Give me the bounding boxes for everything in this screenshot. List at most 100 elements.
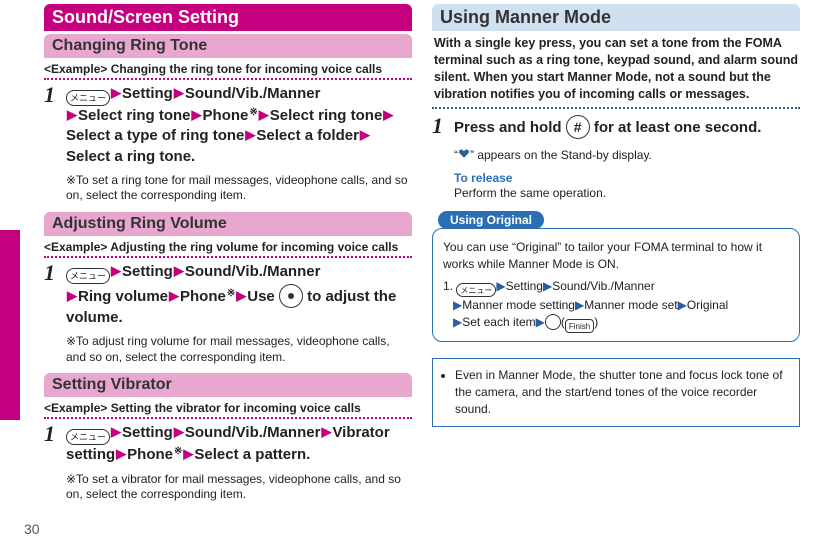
path-item: Phone (127, 446, 173, 463)
navigation-key-icon (279, 284, 303, 308)
step-ringtone: 1 メニュー▶Setting▶Sound/Vib./Manner ▶Select… (44, 84, 412, 167)
appears-text: ” appears on the Stand-by display. (470, 148, 652, 162)
path-item: Setting (506, 279, 543, 293)
menu-key-icon: メニュー (66, 268, 110, 284)
footnote-ref: ※ (227, 288, 235, 299)
path-item: Select a type of ring tone (66, 127, 244, 144)
callout-step-number: 1. (443, 279, 453, 293)
divider (432, 107, 800, 109)
menu-key-icon: メニュー (456, 283, 496, 297)
subheading-vibrator: Setting Vibrator (44, 373, 412, 397)
callout-body: You can use “Original” to tailor your FO… (432, 228, 800, 342)
step-manner-mode: 1 Press and hold # for at least one seco… (432, 115, 800, 139)
manner-mode-heart-icon (458, 148, 470, 160)
intro-manner-mode: With a single key press, you can set a t… (434, 35, 798, 103)
side-tab: Basic Operation (0, 110, 22, 430)
arrow-icon: ▶ (678, 298, 687, 312)
path-item: Sound/Vib./Manner (185, 263, 321, 280)
callout-title: Using Original (438, 211, 544, 229)
path-item: Setting (122, 85, 173, 102)
arrow-icon: ▶ (360, 126, 370, 144)
step-number: 1 (44, 423, 58, 465)
step-text: Press and hold (454, 119, 562, 136)
path-item: Manner mode set (584, 298, 677, 312)
path-item: Setting (122, 424, 173, 441)
arrow-icon: ▶ (453, 315, 462, 329)
right-column: Using Manner Mode With a single key pres… (432, 4, 800, 511)
arrow-icon: ▶ (453, 298, 462, 312)
path-item: Ring volume (78, 288, 168, 305)
footnote-volume: ※To adjust ring volume for mail messages… (66, 334, 412, 365)
callout-original: Using Original You can use “Original” to… (432, 211, 800, 342)
divider (44, 417, 412, 419)
arrow-icon: ▶ (116, 445, 126, 463)
step-number: 1 (432, 115, 446, 139)
divider (44, 78, 412, 80)
arrow-icon: ▶ (543, 279, 552, 293)
step-number: 1 (44, 262, 58, 328)
arrow-icon: ▶ (236, 287, 246, 305)
main-heading: Sound/Screen Setting (44, 4, 412, 31)
page-number: 30 (24, 521, 40, 537)
finish-softkey-icon: Finish (565, 319, 594, 333)
heading-manner-mode: Using Manner Mode (432, 4, 800, 31)
subheading-volume: Adjusting Ring Volume (44, 212, 412, 236)
path-item: Phone (203, 107, 249, 124)
example-ringtone: <Example> Changing the ring tone for inc… (44, 62, 412, 76)
arrow-icon: ▶ (383, 106, 393, 124)
arrow-icon: ▶ (245, 126, 255, 144)
arrow-icon: ▶ (174, 423, 184, 441)
path-item: Select a pattern. (194, 446, 310, 463)
path-item: Sound/Vib./Manner (185, 424, 321, 441)
arrow-icon: ▶ (169, 287, 179, 305)
arrow-icon: ▶ (536, 315, 545, 329)
path-item: Select a ring tone. (66, 148, 195, 165)
subheading-ringtone: Changing Ring Tone (44, 34, 412, 58)
footnote-ref: ※ (174, 446, 182, 457)
menu-key-icon: メニュー (66, 429, 110, 445)
step-volume: 1 メニュー▶Setting▶Sound/Vib./Manner ▶Ring v… (44, 262, 412, 328)
arrow-icon: ▶ (192, 106, 202, 124)
footnote-vibrator: ※To set a vibrator for mail messages, vi… (66, 472, 412, 503)
menu-key-icon: メニュー (66, 90, 110, 106)
camera-key-icon (545, 314, 561, 330)
arrow-icon: ▶ (321, 423, 331, 441)
step-vibrator: 1 メニュー▶Setting▶Sound/Vib./Manner▶Vibrato… (44, 423, 412, 465)
quote-open: “ (454, 148, 458, 162)
arrow-icon: ▶ (111, 262, 121, 280)
release-label: To release (454, 171, 800, 185)
arrow-icon: ▶ (67, 287, 77, 305)
path-item: Sound/Vib./Manner (185, 85, 321, 102)
example-volume: <Example> Adjusting the ring volume for … (44, 240, 412, 254)
step-body: メニュー▶Setting▶Sound/Vib./Manner ▶Ring vol… (66, 262, 412, 328)
arrow-icon: ▶ (174, 262, 184, 280)
use-text: Use (247, 288, 275, 305)
release-text: Perform the same operation. (454, 185, 800, 201)
hash-symbol: # (567, 116, 589, 138)
arrow-icon: ▶ (111, 423, 121, 441)
path-item: Select ring tone (270, 107, 383, 124)
left-column: Sound/Screen Setting Changing Ring Tone … (44, 4, 412, 511)
appears-line: “ ” appears on the Stand-by display. (454, 147, 800, 163)
path-item: Select a folder (256, 127, 359, 144)
footnote-ringtone: ※To set a ring tone for mail messages, v… (66, 173, 412, 204)
arrow-icon: ▶ (259, 106, 269, 124)
path-item: Original (687, 298, 728, 312)
path-item: Sound/Vib./Manner (552, 279, 655, 293)
divider (44, 256, 412, 258)
callout-steps: 1. メニュー▶Setting▶Sound/Vib./Manner ▶Manne… (443, 278, 789, 333)
step-number: 1 (44, 84, 58, 167)
arrow-icon: ▶ (174, 84, 184, 102)
info-bullet: Even in Manner Mode, the shutter tone an… (455, 367, 789, 417)
arrow-icon: ▶ (575, 298, 584, 312)
hash-key-icon: # (566, 115, 590, 139)
path-item: Select ring tone (78, 107, 191, 124)
arrow-icon: ▶ (183, 445, 193, 463)
step-body: Press and hold # for at least one second… (454, 115, 800, 139)
step-body: メニュー▶Setting▶Sound/Vib./Manner ▶Select r… (66, 84, 412, 167)
side-tab-label: Basic Operation (0, 272, 21, 410)
step-text: for at least one second. (594, 119, 762, 136)
path-item: Manner mode setting (462, 298, 575, 312)
path-item: Phone (180, 288, 226, 305)
example-vibrator: <Example> Setting the vibrator for incom… (44, 401, 412, 415)
